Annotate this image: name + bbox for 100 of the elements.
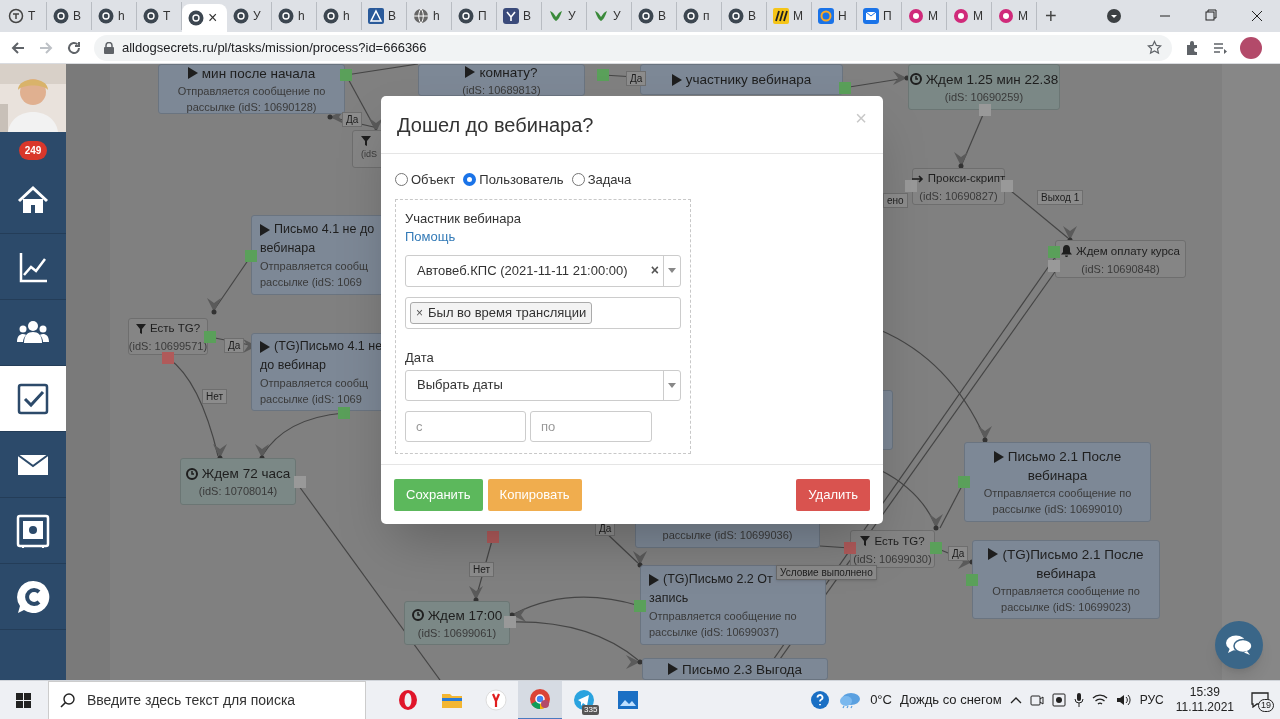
browser-tab[interactable]: Т xyxy=(137,2,182,30)
browser-tab[interactable]: h xyxy=(317,2,362,30)
edge-label: Нет xyxy=(469,562,495,577)
field-label: Участник вебинара xyxy=(405,209,522,228)
count-badge: 335 xyxy=(582,704,600,715)
flow-node[interactable]: Ждем 72 часа (idS: 10708014) xyxy=(180,458,296,505)
radio-option[interactable]: Объект xyxy=(395,170,456,190)
clear-button[interactable]: × xyxy=(646,260,663,281)
tab-title: У xyxy=(568,8,576,25)
browser-tab[interactable]: П xyxy=(857,2,902,30)
tab-title: п xyxy=(703,8,710,25)
microphone-icon[interactable] xyxy=(1073,693,1084,707)
radio-button[interactable] xyxy=(463,173,477,187)
remove-tag-button[interactable]: × xyxy=(416,303,423,322)
flow-node[interactable]: Письмо 2.3 Выгода xyxy=(642,658,828,680)
browser-tab[interactable]: В xyxy=(632,2,677,30)
node-detail: Отправляется сообщ xyxy=(260,259,369,274)
wifi-icon[interactable] xyxy=(1091,693,1108,707)
flow-node[interactable]: Есть TG? (idS: 10699030) xyxy=(850,530,935,568)
browser-tab[interactable]: h xyxy=(272,2,317,30)
flow-node[interactable]: мин после начала Отправляется сообщение по рассылке (idS: 10690128) xyxy=(158,64,345,114)
taskbar-app[interactable]: 335 xyxy=(562,680,606,719)
clock-time: 15:39 xyxy=(1189,685,1220,700)
camera-icon[interactable] xyxy=(1029,693,1044,707)
select-value: Выбрать даты xyxy=(417,376,504,395)
chat-button[interactable] xyxy=(1215,621,1263,669)
browser-tab[interactable]: П xyxy=(452,2,497,30)
search-field[interactable]: Введите здесь текст для поиска xyxy=(48,680,366,719)
chevron-up-icon[interactable] xyxy=(1009,696,1022,704)
browser-tab[interactable]: × xyxy=(182,4,227,32)
tab-title: h xyxy=(118,8,125,25)
notifications-button[interactable]: 19 xyxy=(1246,685,1274,715)
browser-tab[interactable]: У xyxy=(542,2,587,30)
back-icon[interactable] xyxy=(10,39,26,56)
node-title: (TG)Письмо 2.1 После xyxy=(1002,545,1144,564)
gear-logo-icon xyxy=(998,8,1014,24)
round-logo-icon xyxy=(98,8,114,24)
browser-tab[interactable]: п xyxy=(677,2,722,30)
browser-tab[interactable]: Т xyxy=(2,2,47,30)
profile-avatar[interactable] xyxy=(1240,36,1262,59)
help-link[interactable]: Помощь xyxy=(405,227,456,246)
flow-node[interactable]: Ждем 1.25 мин 22.38 (idS: 10690259) xyxy=(908,64,1060,110)
reload-icon[interactable] xyxy=(66,39,82,56)
flow-node[interactable]: Ждем 17:00 (idS: 10699061) xyxy=(404,601,510,645)
close-tab-button[interactable]: × xyxy=(208,10,218,26)
arrow-right-icon xyxy=(911,174,924,183)
address-bar[interactable]: alldogsecrets.ru/pl/tasks/mission/process?id=666366 xyxy=(94,34,1172,61)
help-icon[interactable] xyxy=(810,690,831,710)
tab-title: М xyxy=(1018,8,1028,25)
tag-field[interactable]: × Был во время трансляции xyxy=(405,296,681,329)
flow-node[interactable]: (TG)Письмо 2.1 После вебинара Отправляется сообщение по рассылке (idS: 10699023) xyxy=(972,540,1160,619)
flow-node[interactable]: комнату? (idS: 10689813) xyxy=(418,64,585,96)
date-from-field[interactable]: с xyxy=(405,410,526,442)
browser-tab[interactable]: В xyxy=(497,2,542,30)
browser-tab[interactable]: М xyxy=(902,2,947,30)
node-detail: Отправляется сообщ xyxy=(260,376,369,391)
puzzle-icon[interactable] xyxy=(1184,39,1200,56)
radio-option[interactable]: Задача xyxy=(571,170,632,190)
date-select[interactable]: Выбрать даты xyxy=(405,369,681,401)
node-detail: рассылке (idS: 10690128) xyxy=(186,99,317,115)
browser-tab[interactable]: М xyxy=(947,2,992,30)
webinar-select[interactable]: Автовеб.КПС (2021-11-11 21:00:00) × xyxy=(405,254,681,287)
radio-button[interactable] xyxy=(395,173,408,187)
browser-tab[interactable]: Н xyxy=(812,2,857,30)
browser-tab[interactable]: У xyxy=(587,2,632,30)
flow-node[interactable]: Ждем оплату курса (idS: 10690848) xyxy=(1055,240,1186,278)
date-to-field[interactable]: по xyxy=(530,410,652,442)
browser-tab[interactable]: М xyxy=(767,2,812,30)
radio-button[interactable] xyxy=(571,173,585,187)
edge-label: Нет xyxy=(202,389,228,404)
clock-icon xyxy=(411,609,424,621)
edge-label: Да xyxy=(224,338,245,353)
filter-icon xyxy=(361,136,371,146)
flow-node[interactable]: Письмо 2.1 После вебинара Отправляется сообщение по рассылке (idS: 10699010) xyxy=(964,442,1151,522)
tab-title: М xyxy=(793,8,803,25)
node-detail: рассылке (idS: 10699010) xyxy=(992,502,1123,517)
node-detail: рассылке (idS: 1069 xyxy=(260,392,362,407)
browser-tab[interactable]: М xyxy=(992,2,1037,30)
browser-tab[interactable]: В xyxy=(47,2,92,30)
star-icon[interactable] xyxy=(1147,40,1162,55)
node-detail: (idS: 10699061) xyxy=(417,625,497,641)
browser-tab[interactable]: У xyxy=(227,2,272,30)
flow-node[interactable]: Есть TG? (idS: 10699571) xyxy=(128,318,208,355)
weather-icon[interactable] xyxy=(838,691,863,709)
browser-tab[interactable]: h xyxy=(92,2,137,30)
taskbar-app[interactable] xyxy=(518,680,562,719)
speaker-icon[interactable] xyxy=(1115,693,1132,707)
radio-option[interactable]: Пользователь xyxy=(463,170,564,190)
delete-button[interactable]: Удалить xyxy=(796,478,870,511)
browser-tab[interactable]: h xyxy=(407,2,452,30)
clock-icon xyxy=(909,73,922,85)
node-title: Прокси-скрипт xyxy=(927,171,1006,186)
tab-search-icon[interactable] xyxy=(1106,8,1122,24)
sidebar-item[interactable] xyxy=(0,366,66,432)
browser-tab[interactable]: В xyxy=(362,2,407,30)
new-tab-button[interactable]: + xyxy=(1045,6,1057,26)
flow-node[interactable]: Прокси-скрипт (idS: 10690827) xyxy=(912,168,1005,205)
device-icon[interactable] xyxy=(1051,693,1066,707)
language-indicator[interactable]: РУС xyxy=(1139,691,1164,709)
browser-tab[interactable]: В xyxy=(722,2,767,30)
